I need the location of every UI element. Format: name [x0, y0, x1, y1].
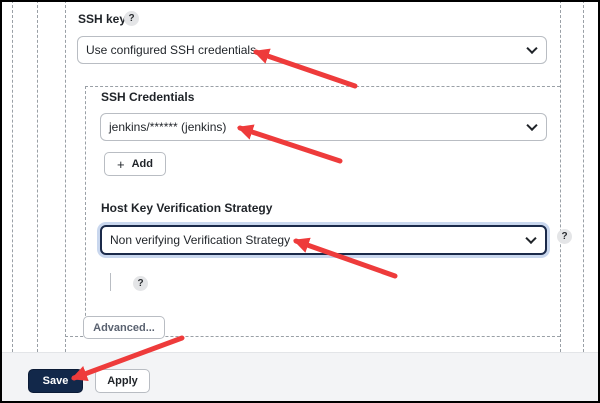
outer-guide-right [583, 0, 584, 352]
outer-guide-left-inner [37, 0, 38, 352]
bottom-action-bar [2, 352, 598, 401]
add-button-label: Add [131, 158, 153, 170]
plus-icon: + [117, 156, 125, 172]
section-guide-left [65, 0, 66, 352]
ssh-credentials-label: SSH Credentials [101, 90, 195, 104]
add-credentials-button[interactable]: + Add [104, 152, 166, 176]
ssh-credentials-select[interactable]: jenkins/****** (jenkins) [100, 113, 547, 141]
ssh-key-select[interactable]: Use configured SSH credentials [77, 36, 547, 64]
nested-guide-top [85, 86, 560, 87]
ssh-key-selected-value: Use configured SSH credentials [86, 43, 257, 57]
ssh-key-label: SSH key [78, 12, 127, 26]
outer-guide-left [12, 0, 13, 352]
outer-guide-right-inner [560, 0, 561, 352]
nested-option-bar [110, 273, 111, 291]
host-key-selected-value: Non verifying Verification Strategy [110, 233, 291, 247]
chevron-down-icon [525, 232, 537, 245]
ssh-credentials-selected-value: jenkins/****** (jenkins) [109, 120, 227, 134]
host-key-help-icon[interactable]: ? [557, 229, 572, 244]
ssh-key-help-icon[interactable]: ? [124, 11, 139, 26]
chevron-down-icon [526, 42, 538, 55]
nested-guide-left [85, 86, 86, 336]
nested-help-icon[interactable]: ? [133, 276, 148, 291]
apply-button[interactable]: Apply [95, 369, 150, 393]
advanced-button[interactable]: Advanced... [83, 316, 165, 339]
host-key-strategy-select[interactable]: Non verifying Verification Strategy [100, 225, 547, 255]
host-key-strategy-label: Host Key Verification Strategy [101, 201, 273, 215]
save-button[interactable]: Save [28, 369, 83, 393]
chevron-down-icon [526, 119, 538, 132]
